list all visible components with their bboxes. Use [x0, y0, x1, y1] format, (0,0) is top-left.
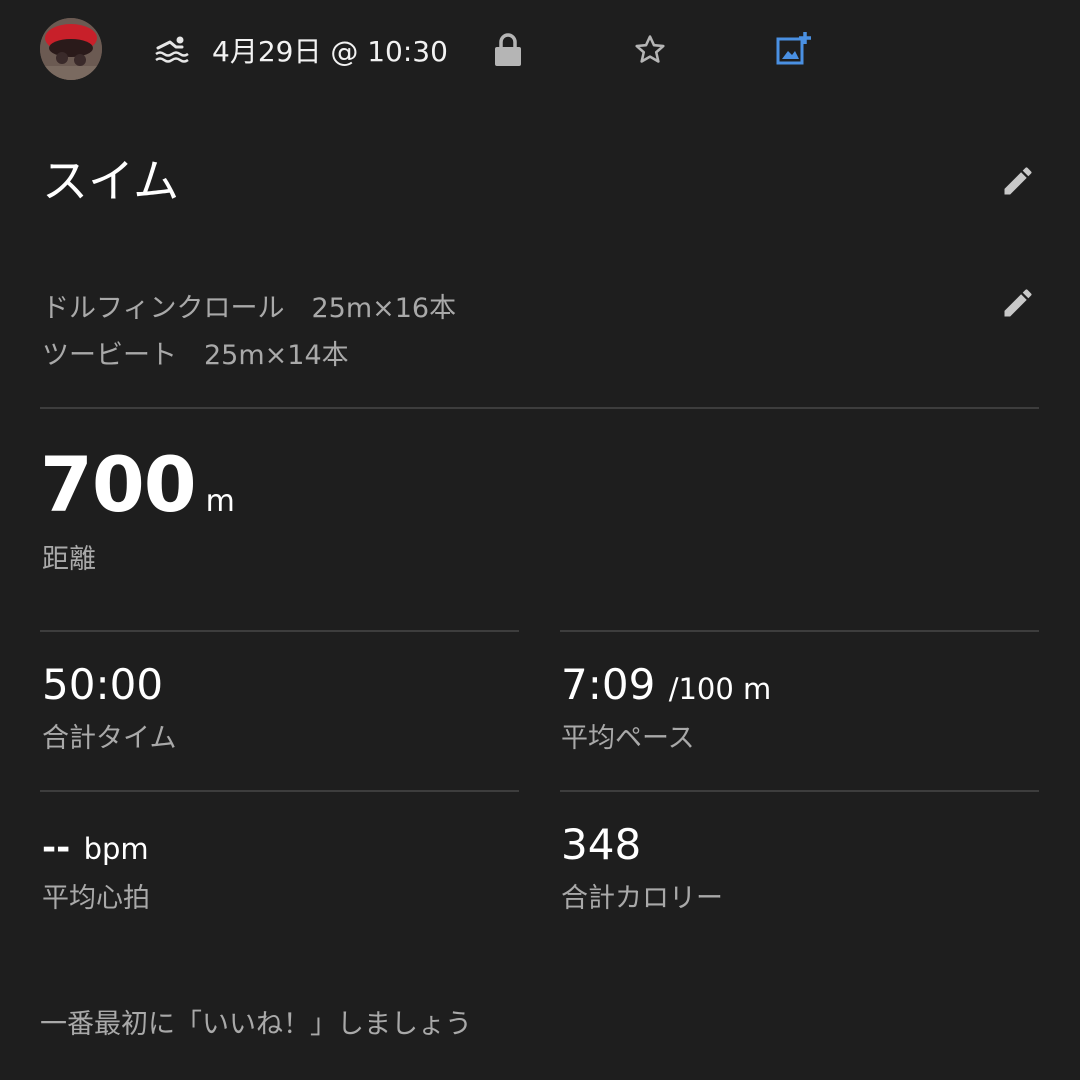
divider	[560, 790, 1039, 792]
total-calories-label: 合計カロリー	[561, 883, 723, 914]
avg-pace-label: 平均ペース	[561, 723, 695, 754]
description-line-2: ツービート 25m×14本	[42, 340, 349, 371]
divider	[40, 630, 519, 632]
first-like-prompt[interactable]: 一番最初に「いいね！」しましょう	[40, 1002, 472, 1041]
distance-label: 距離	[42, 544, 96, 575]
star-outline-icon[interactable]	[633, 33, 667, 67]
edit-title-pencil-icon[interactable]	[1000, 163, 1036, 199]
edit-description-pencil-icon[interactable]	[1000, 285, 1036, 321]
avatar-image	[40, 18, 102, 80]
divider	[40, 790, 519, 792]
lock-icon[interactable]	[494, 33, 522, 67]
total-time-label: 合計タイム	[42, 723, 177, 754]
avg-pace-value: 7:09	[561, 660, 656, 709]
avg-heart-rate-label: 平均心拍	[42, 883, 150, 914]
divider	[40, 407, 1039, 409]
total-time-value: 50:00	[42, 660, 164, 709]
avg-heart-rate-unit: bpm	[83, 832, 149, 866]
avatar[interactable]	[40, 18, 102, 80]
distance-value: 700	[40, 440, 197, 529]
activity-date-time: 4月29日 @ 10:30	[212, 35, 448, 68]
avg-heart-rate-value: --	[42, 828, 71, 868]
description-line-1: ドルフィンクロール 25m×16本	[42, 293, 457, 324]
total-calories-value: 348	[561, 820, 642, 869]
avg-pace-unit: /100 m	[668, 672, 772, 706]
distance-stat: 700 m	[40, 440, 235, 529]
distance-unit: m	[205, 484, 235, 519]
activity-title: スイム	[42, 154, 180, 208]
swim-icon	[154, 34, 190, 64]
divider	[560, 630, 1039, 632]
add-photo-icon[interactable]	[775, 30, 813, 68]
avg-heart-rate-stat: -- bpm	[42, 820, 149, 869]
avg-pace-stat: 7:09 /100 m	[561, 660, 771, 709]
